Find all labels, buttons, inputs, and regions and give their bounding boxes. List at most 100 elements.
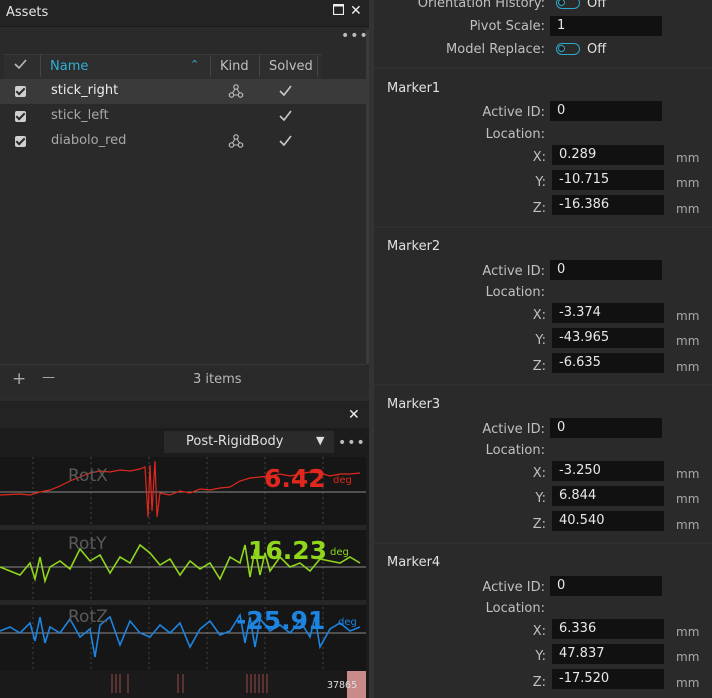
location-y-field[interactable]: -10.715 (552, 170, 664, 190)
axis-y-label: Y: (535, 333, 546, 348)
graph-source-dropdown[interactable]: Post-RigidBody ▼ (164, 431, 334, 453)
location-label: Location: (485, 443, 545, 458)
rigid-body-icon (228, 83, 244, 103)
axis-x-label: X: (532, 308, 546, 323)
column-header-solved[interactable]: Solved (269, 59, 313, 74)
unit-mm: mm (676, 176, 700, 190)
location-z-field[interactable]: 40.540 (552, 511, 664, 531)
table-row[interactable]: stick_right (0, 79, 366, 104)
location-x-field[interactable]: 6.336 (552, 619, 664, 639)
channel-value-rotx: 6.42 (264, 464, 326, 493)
more-options-icon[interactable]: ••• (338, 435, 366, 451)
column-header-name[interactable]: Name (50, 59, 88, 74)
close-icon[interactable]: ✕ (350, 3, 362, 19)
axis-x-label: X: (532, 624, 546, 639)
section-divider (374, 67, 712, 69)
pivot-scale-label: Pivot Scale: (469, 19, 545, 34)
unit-mm: mm (676, 151, 700, 165)
orientation-history-label: Orientation History: (417, 0, 545, 11)
item-count: 3 items (193, 372, 242, 387)
marker-title: Marker2 (387, 239, 441, 254)
axis-z-label: Z: (532, 201, 546, 216)
column-separator (259, 55, 260, 77)
table-row[interactable]: stick_left (0, 104, 366, 129)
orientation-history-value: Off (587, 0, 607, 11)
active-id-field[interactable]: 0 (550, 418, 662, 438)
model-replace-value: Off (587, 42, 607, 57)
unit-mm: mm (676, 309, 700, 323)
model-replace-toggle[interactable] (556, 43, 580, 55)
asset-name: stick_right (51, 83, 119, 98)
unit-mm: mm (676, 334, 700, 348)
row-checkbox[interactable] (15, 136, 26, 147)
location-z-field[interactable]: -16.386 (552, 195, 664, 215)
more-options-icon[interactable]: ••• (341, 28, 369, 44)
solved-checkmark-icon (278, 109, 292, 126)
graph-panel-header (0, 401, 369, 428)
column-separator (40, 55, 41, 77)
location-y-field[interactable]: 47.837 (552, 644, 664, 664)
marker-title: Marker1 (387, 81, 441, 96)
location-y-field[interactable]: 6.844 (552, 486, 664, 506)
section-divider (374, 226, 712, 228)
row-checkbox[interactable] (15, 111, 26, 122)
solved-checkmark-icon (278, 134, 292, 151)
location-x-field[interactable]: -3.250 (552, 461, 664, 481)
remove-asset-button[interactable]: — (42, 370, 55, 385)
asset-name: diabolo_red (51, 133, 127, 148)
unit-mm: mm (676, 676, 700, 690)
dropdown-arrow-icon: ▼ (316, 434, 325, 447)
location-z-field[interactable]: -6.635 (552, 353, 664, 373)
column-separator (317, 55, 318, 77)
table-row[interactable]: diabolo_red (0, 129, 366, 154)
unit-mm: mm (676, 492, 700, 506)
unit-mm: mm (676, 518, 700, 532)
active-id-label: Active ID: (482, 264, 545, 279)
maximize-icon[interactable] (332, 3, 345, 18)
axis-x-label: X: (532, 466, 546, 481)
sort-ascending-icon[interactable]: ⌃ (190, 58, 199, 71)
active-id-label: Active ID: (482, 422, 545, 437)
graph-plot-area[interactable]: RotX RotY RotZ 6.42 deg 16.23 deg -25.91… (0, 457, 366, 698)
row-checkbox[interactable] (15, 86, 26, 97)
marker-title: Marker4 (387, 555, 441, 570)
axis-z-label: Z: (532, 675, 546, 690)
column-header-kind[interactable]: Kind (220, 59, 249, 74)
channel-value-roty: 16.23 (248, 536, 327, 565)
section-divider (374, 384, 712, 386)
unit-mm: mm (676, 625, 700, 639)
axis-z-label: Z: (532, 359, 546, 374)
channel-unit-rotx: deg (333, 475, 352, 486)
channel-label-roty: RotY (68, 534, 107, 554)
pivot-scale-field[interactable]: 1 (550, 16, 662, 36)
location-z-field[interactable]: -17.520 (552, 669, 664, 689)
axis-y-label: Y: (535, 491, 546, 506)
active-id-field[interactable]: 0 (550, 260, 662, 280)
active-id-field[interactable]: 0 (550, 101, 662, 121)
horizontal-splitter[interactable] (0, 394, 372, 401)
marker-title: Marker3 (387, 397, 441, 412)
location-x-field[interactable]: 0.289 (552, 145, 664, 165)
add-asset-button[interactable]: + (12, 369, 26, 389)
channel-unit-rotz: deg (338, 617, 357, 628)
unit-mm: mm (676, 467, 700, 481)
graph-panel: ✕ Post-RigidBody ▼ ••• RotX RotY RotZ 6.… (0, 401, 369, 698)
axis-y-label: Y: (535, 649, 546, 664)
assets-panel-header (0, 0, 369, 27)
close-icon[interactable]: ✕ (348, 407, 360, 423)
solved-checkmark-icon (278, 84, 292, 101)
location-y-field[interactable]: -43.965 (552, 328, 664, 348)
location-label: Location: (485, 127, 545, 142)
select-all-checkmark-icon[interactable] (13, 57, 27, 75)
assets-panel-title: Assets (6, 5, 49, 20)
active-id-field[interactable]: 0 (550, 576, 662, 596)
asset-name: stick_left (51, 108, 109, 123)
axis-x-label: X: (532, 150, 546, 165)
location-label: Location: (485, 285, 545, 300)
axis-y-label: Y: (535, 175, 546, 190)
unit-mm: mm (676, 202, 700, 216)
location-x-field[interactable]: -3.374 (552, 303, 664, 323)
location-label: Location: (485, 601, 545, 616)
orientation-history-toggle[interactable] (556, 0, 580, 9)
channel-value-rotz: -25.91 (236, 606, 325, 635)
